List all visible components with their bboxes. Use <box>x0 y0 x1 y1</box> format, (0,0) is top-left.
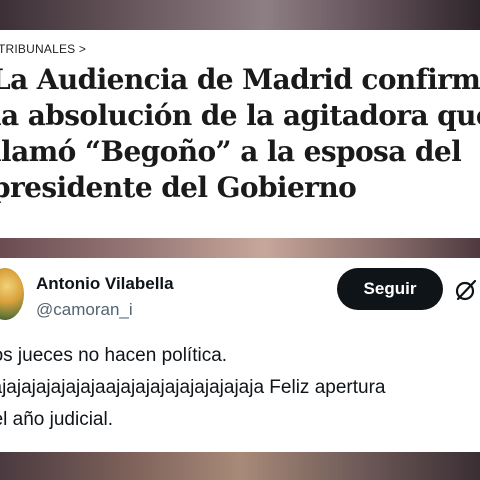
breadcrumb[interactable]: TRIBUNALES > <box>0 42 86 56</box>
article-headline[interactable]: La Audiencia de Madrid confirma la absol… <box>0 62 480 206</box>
tweet-line: Los jueces no hacen política. <box>0 345 228 366</box>
tweet-card: Antonio Vilabella @camoran_i Seguir Los … <box>0 258 480 452</box>
news-headline-card: TRIBUNALES > La Audiencia de Madrid conf… <box>0 30 480 238</box>
follow-button[interactable]: Seguir <box>337 268 443 310</box>
headline-line: llamó “Begoño” a la esposa del <box>0 135 462 168</box>
blurred-background-bottom <box>0 452 480 480</box>
headline-line: la absolución de la agitadora que <box>0 99 480 132</box>
tweet-text: Los jueces no hacen política. Jajajajaja… <box>0 340 480 436</box>
headline-line: presidente del Gobierno <box>0 171 357 204</box>
blurred-background-top <box>0 0 480 30</box>
headline-line: La Audiencia de Madrid confirma <box>0 63 480 96</box>
avatar[interactable] <box>0 268 24 320</box>
tweet-line: Jajajajajajajajaajajajajajajajajajaja Fe… <box>0 377 386 398</box>
user-handle[interactable]: @camoran_i <box>36 300 133 320</box>
tweet-line: del año judicial. <box>0 409 113 430</box>
grok-icon[interactable] <box>454 278 478 302</box>
blurred-background-middle <box>0 238 480 258</box>
display-name[interactable]: Antonio Vilabella <box>36 274 174 294</box>
